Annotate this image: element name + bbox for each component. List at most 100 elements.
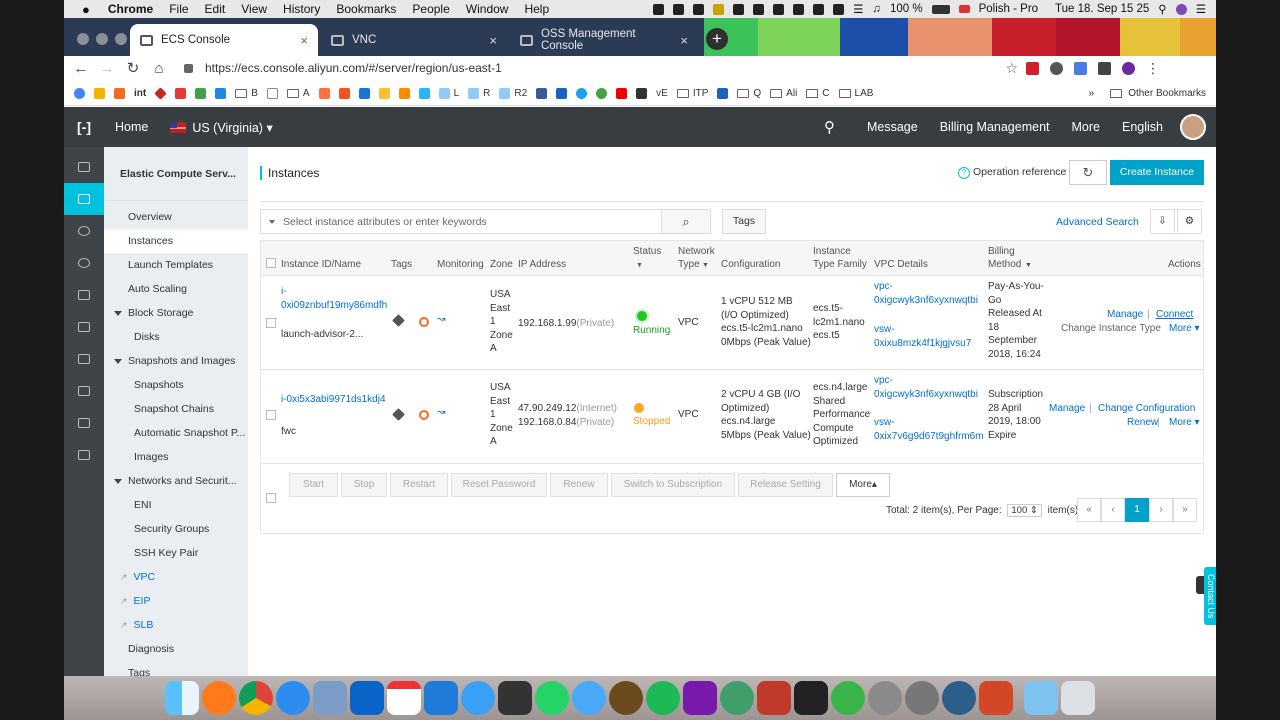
rail-icon-7[interactable] xyxy=(64,343,104,375)
shield-icon[interactable] xyxy=(424,681,458,715)
billing-link[interactable]: Billing Management xyxy=(929,120,1061,134)
sidebar-item-vpc[interactable]: VPC xyxy=(104,565,248,589)
extension-icon-1[interactable] xyxy=(1026,61,1039,75)
search-icon[interactable]: ⚲ xyxy=(813,118,846,136)
send-icon[interactable] xyxy=(461,681,495,715)
sidebar-item-auto-snapshot[interactable]: Automatic Snapshot P... xyxy=(104,421,248,445)
cpu-icon[interactable] xyxy=(419,410,429,420)
translate-icon[interactable] xyxy=(1074,61,1087,75)
menu-app-chrome[interactable]: Chrome xyxy=(100,2,161,16)
bookmark-lab[interactable]: LAB xyxy=(838,88,873,99)
page-1-button[interactable]: 1 xyxy=(1125,498,1149,522)
row-checkbox[interactable] xyxy=(266,410,276,420)
safari-icon[interactable] xyxy=(276,681,310,715)
window-minimize-button[interactable] xyxy=(96,33,108,45)
status-icon-10[interactable] xyxy=(833,3,845,15)
manage-link[interactable]: Manage xyxy=(1107,308,1143,322)
search-button[interactable]: ⌕ xyxy=(661,209,711,234)
menu-view[interactable]: View xyxy=(233,2,275,16)
home-button[interactable]: ⌂ xyxy=(146,60,172,77)
create-instance-button[interactable]: Create Instance xyxy=(1110,160,1204,185)
tab-close-icon[interactable]: × xyxy=(489,33,497,48)
bookmark-ali[interactable]: Ali xyxy=(770,88,797,99)
rail-icon-8[interactable] xyxy=(64,375,104,407)
status-icon-1[interactable] xyxy=(653,3,665,15)
vswitch-link[interactable]: vsw- 0xixu8mzk4f1kjgjvsu7 xyxy=(874,323,971,350)
menu-window[interactable]: Window xyxy=(458,2,517,16)
sidebar-item-instances[interactable]: Instances xyxy=(104,229,248,253)
rail-grid-icon[interactable] xyxy=(64,151,104,183)
facebook-icon[interactable] xyxy=(536,87,548,99)
bookmark-icon[interactable] xyxy=(556,87,568,99)
vswitch-link[interactable]: vsw- 0xix7v6g9d67t9ghfrm6m xyxy=(874,416,984,443)
release-setting-button[interactable]: Release Setting xyxy=(738,473,833,497)
status-icon-3[interactable] xyxy=(693,3,705,15)
status-filter-icon[interactable]: ▼ xyxy=(636,259,643,272)
bookmark-icon[interactable] xyxy=(215,87,227,99)
more-actions-dropdown[interactable]: More ▾ xyxy=(1169,416,1200,430)
change-configuration-link[interactable]: Change Configuration xyxy=(1098,402,1195,416)
volume-icon[interactable]: ♫ xyxy=(872,3,881,15)
downloads-folder-icon[interactable] xyxy=(1024,681,1058,715)
sidebar-item-eni[interactable]: ENI xyxy=(104,493,248,517)
calendar-icon[interactable] xyxy=(387,681,421,715)
rail-icon-4[interactable] xyxy=(64,247,104,279)
spotlight-icon[interactable]: ⚲ xyxy=(1158,2,1166,16)
profile-icon[interactable] xyxy=(1122,61,1135,75)
bookmark-r[interactable]: R xyxy=(468,87,490,99)
contact-us-button[interactable]: Contact Us xyxy=(1204,567,1216,625)
rail-icon-6[interactable] xyxy=(64,311,104,343)
sidebar-item-ssh-key-pair[interactable]: SSH Key Pair xyxy=(104,541,248,565)
panel-toggle[interactable] xyxy=(1196,576,1204,594)
status-icon-7[interactable] xyxy=(773,3,785,15)
more-actions-dropdown[interactable]: More ▾ xyxy=(1169,322,1200,336)
cloud-icon[interactable] xyxy=(831,681,865,715)
sidebar-group-snapshots-images[interactable]: Snapshots and Images xyxy=(104,349,248,373)
bookmark-itp[interactable]: ITP xyxy=(676,88,708,99)
bookmark-icon[interactable] xyxy=(636,87,648,99)
sidebar-item-auto-scaling[interactable]: Auto Scaling xyxy=(104,277,248,301)
first-page-button[interactable]: « xyxy=(1077,498,1101,522)
system-preferences-icon[interactable] xyxy=(905,681,939,715)
scrivener-icon[interactable] xyxy=(498,681,532,715)
col-status[interactable]: Status xyxy=(633,245,661,258)
refresh-button[interactable]: ↻ xyxy=(1069,160,1107,185)
sidebar-item-overview[interactable]: Overview xyxy=(104,205,248,229)
bookmark-c[interactable]: C xyxy=(806,88,830,99)
tab-ecs-console[interactable]: ECS Console × xyxy=(130,24,318,56)
window-close-button[interactable] xyxy=(77,33,89,45)
switch-to-subscription-button[interactable]: Switch to Subscription xyxy=(611,473,735,497)
bookmark-chart-icon[interactable] xyxy=(398,87,410,99)
monitoring-chart-icon[interactable]: ↝ xyxy=(437,407,445,418)
next-page-button[interactable]: › xyxy=(1149,498,1173,522)
bookmark-page-icon[interactable] xyxy=(266,87,278,99)
apple-menu-icon[interactable]: ● xyxy=(64,2,100,17)
menu-file[interactable]: File xyxy=(161,2,196,16)
bookmark-icon[interactable] xyxy=(195,87,207,99)
cpu-icon[interactable] xyxy=(419,317,429,327)
forward-button[interactable]: → xyxy=(94,60,120,77)
spotify-icon[interactable] xyxy=(646,681,680,715)
renew-link[interactable]: Renew xyxy=(1127,416,1158,430)
sidebar-group-networks[interactable]: Networks and Securit... xyxy=(104,469,248,493)
bookmark-icon[interactable] xyxy=(154,86,167,100)
battery-label[interactable]: 100 % xyxy=(890,3,923,15)
outlook-icon[interactable] xyxy=(350,681,384,715)
network-filter-icon[interactable]: ▼ xyxy=(702,259,709,272)
billing-filter-icon[interactable]: ▼ xyxy=(1025,259,1032,272)
window-zoom-button[interactable] xyxy=(115,33,127,45)
bookmark-icon[interactable] xyxy=(717,87,729,99)
sidebar-item-tags[interactable]: Tags xyxy=(104,661,248,677)
atom-icon[interactable] xyxy=(720,681,754,715)
powerpoint-icon[interactable] xyxy=(979,681,1013,715)
back-button[interactable]: ← xyxy=(68,60,94,77)
tab-close-icon[interactable]: × xyxy=(300,33,308,48)
monitoring-chart-icon[interactable]: ↝ xyxy=(437,314,445,325)
sidebar-item-diagnosis[interactable]: Diagnosis xyxy=(104,637,248,661)
mail-icon[interactable] xyxy=(1098,61,1111,75)
sidebar-item-launch-templates[interactable]: Launch Templates xyxy=(104,253,248,277)
address-bar[interactable]: https://ecs.console.aliyun.com/#/server/… xyxy=(180,57,1018,79)
chrome-menu-icon[interactable]: ⋮ xyxy=(1146,60,1160,77)
chrome-icon[interactable] xyxy=(239,681,273,715)
bulk-select-checkbox[interactable] xyxy=(266,493,276,503)
